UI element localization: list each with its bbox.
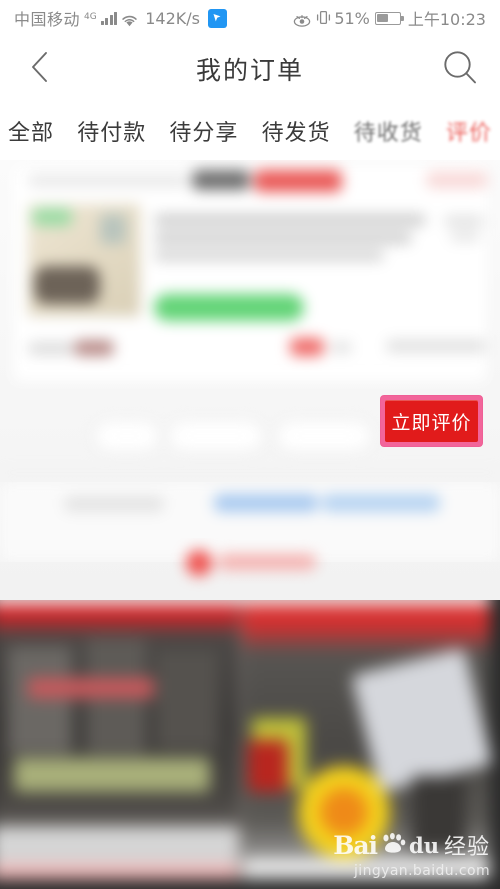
network-speed-label: 142K/s [145, 8, 200, 28]
tab-review[interactable]: 评价 [442, 115, 496, 147]
network-type-label: 4G [84, 12, 97, 22]
search-icon [441, 48, 479, 90]
tile-divider [239, 600, 242, 879]
image-tile-right[interactable] [242, 600, 493, 879]
image-tile-left[interactable] [0, 600, 240, 879]
tab-pending-payment[interactable]: 待付款 [73, 115, 150, 147]
blurred-tiles-group [0, 600, 500, 889]
tab-pending-shipment[interactable]: 待发货 [258, 115, 335, 147]
status-bar: 中国移动 4G 142K/s 51% 上午10:23 [0, 0, 500, 36]
review-now-button[interactable]: 立即评价 [385, 400, 478, 442]
action-button-3 [276, 420, 372, 452]
tiles-top-edge [0, 600, 490, 604]
review-now-highlight: 立即评价 [381, 396, 482, 446]
phone-screen: 中国移动 4G 142K/s 51% 上午10:23 我的订单 全部 待付款 待… [0, 0, 500, 889]
blurred-brand-row [0, 538, 500, 593]
eye-protection-icon [293, 12, 311, 27]
battery-icon [374, 11, 404, 25]
action-button-2 [168, 420, 264, 452]
vibrate-mode-icon [316, 10, 331, 27]
back-chevron-icon [28, 50, 52, 88]
signal-bars-icon [100, 11, 118, 25]
back-button[interactable] [18, 47, 62, 91]
order-status-tabs: 全部 待付款 待分享 待发货 待收货 评价 [0, 102, 500, 160]
order-card[interactable] [14, 166, 488, 381]
clock-label: 上午10:23 [407, 10, 486, 29]
carrier-label: 中国移动 [14, 10, 81, 29]
battery-percent-label: 51% [334, 8, 370, 28]
tab-all[interactable]: 全部 [4, 115, 58, 147]
blue-app-icon [207, 8, 227, 28]
blurred-brand-group [0, 538, 500, 593]
wifi-icon [121, 12, 138, 26]
action-button-1 [94, 420, 160, 452]
status-bar-right: 51% 上午10:23 [293, 6, 486, 30]
tab-pending-share[interactable]: 待分享 [165, 115, 242, 147]
status-bar-left: 中国移动 4G 142K/s [14, 6, 227, 30]
bottom-image-tiles: Bai du 经验 jingyan.baidu.com [0, 600, 500, 889]
search-button[interactable] [438, 47, 482, 91]
tab-pending-receipt[interactable]: 待收货 [350, 115, 427, 147]
nav-bar: 我的订单 [0, 36, 500, 102]
order-list-content [0, 160, 500, 600]
page-title: 我的订单 [195, 56, 304, 85]
